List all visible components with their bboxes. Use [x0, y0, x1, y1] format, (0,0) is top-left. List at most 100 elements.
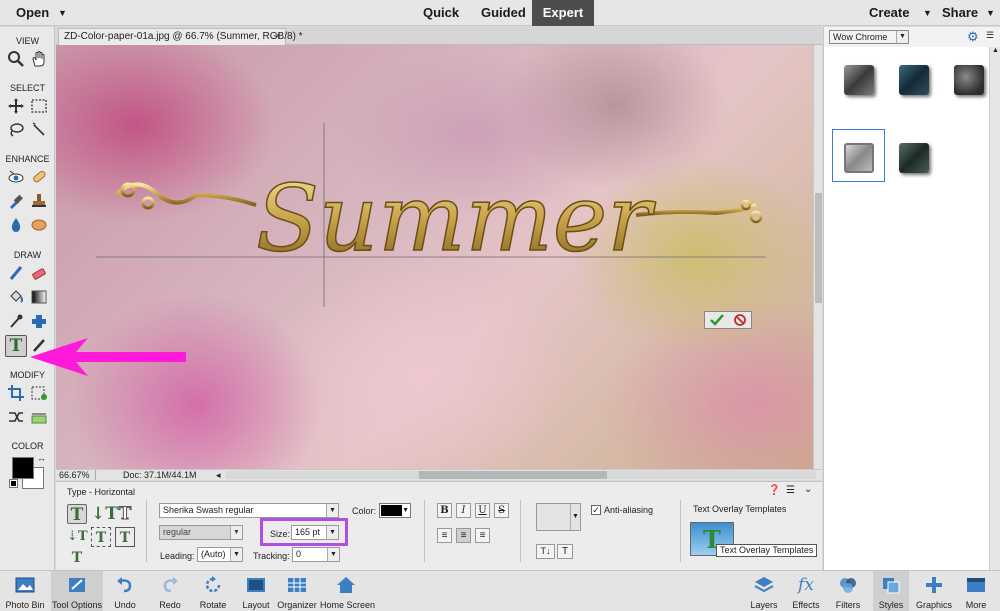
share-button[interactable]: Share [942, 0, 978, 26]
styles-panel-scrollbar[interactable]: ▲ [989, 47, 1000, 570]
home-screen-button[interactable]: Home Screen [320, 571, 375, 611]
smart-brush-tool-icon[interactable] [6, 191, 26, 211]
style-swatch-chrome-silver[interactable] [844, 143, 874, 173]
paragraph-type-icon[interactable]: T [91, 527, 111, 547]
horizontal-scroll-thumb[interactable] [419, 471, 607, 479]
italic-button[interactable]: I [456, 503, 471, 518]
text-color-picker[interactable]: ▼ [379, 503, 411, 518]
style-swatch-chrome-grey[interactable] [844, 65, 874, 95]
change-text-orientation-icon[interactable]: T↓ [536, 544, 555, 559]
sponge-tool-icon[interactable] [29, 215, 49, 235]
canvas-horizontal-scrollbar[interactable] [226, 471, 816, 479]
straighten-tool-icon[interactable] [29, 407, 49, 427]
status-menu-caret-icon[interactable]: ◂ [216, 470, 221, 480]
graphics-button[interactable]: Graphics [914, 571, 954, 611]
underline-button[interactable]: U [475, 503, 490, 518]
zoom-tool-icon[interactable] [6, 49, 26, 69]
collapse-options-chevron-icon[interactable]: ⌄ [804, 484, 812, 495]
filters-button[interactable]: Filters [830, 571, 866, 611]
document-tab-title: ZD-Color-paper-01a.jpg @ 66.7% (Summer, … [64, 31, 303, 42]
style-swatch-chrome-mottled[interactable] [954, 65, 984, 95]
type-tool-icon[interactable]: T [5, 335, 27, 357]
vertical-type-mask-icon[interactable]: ⇣T [67, 527, 88, 547]
move-tool-icon[interactable] [6, 96, 26, 116]
mode-tab-expert[interactable]: Expert [532, 0, 594, 26]
panel-options-menu-icon[interactable]: ☰ [786, 485, 795, 496]
vertical-scroll-thumb[interactable] [815, 193, 822, 303]
photo-bin-button[interactable]: Photo Bin [4, 571, 46, 611]
canvas-vertical-scrollbar[interactable] [813, 45, 822, 469]
layout-button[interactable]: Layout [238, 571, 274, 611]
style-category-dropdown[interactable]: Wow Chrome ▼ [829, 30, 909, 44]
close-document-icon[interactable]: × [275, 29, 281, 45]
panel-menu-icon[interactable]: ☰ [986, 30, 994, 41]
font-style-dropdown[interactable]: regular ▼ [159, 525, 243, 540]
style-swatch-chrome-teal[interactable] [899, 65, 929, 95]
organizer-label: Organizer [277, 600, 317, 610]
crop-tool-icon[interactable] [6, 383, 26, 403]
strikethrough-button[interactable]: S [494, 503, 509, 518]
share-dropdown-caret-icon[interactable]: ▼ [986, 0, 995, 26]
align-right-icon[interactable]: ≡ [475, 528, 490, 543]
effects-button[interactable]: fx Effects [788, 571, 824, 611]
spot-healing-tool-icon[interactable] [29, 167, 49, 187]
marquee-tool-icon[interactable] [29, 96, 49, 116]
tracking-dropdown[interactable]: 0 ▼ [292, 547, 340, 562]
open-button[interactable]: Open [16, 0, 49, 26]
gear-icon[interactable]: ⚙ [967, 29, 979, 45]
eraser-tool-icon[interactable] [29, 263, 49, 283]
recompose-tool-icon[interactable] [29, 383, 49, 403]
mode-tab-quick[interactable]: Quick [423, 0, 459, 26]
warp-text-style-preview[interactable]: ▼ [536, 503, 581, 531]
help-icon[interactable]: ❓ [768, 485, 780, 496]
eyedropper-tool-icon[interactable] [6, 311, 26, 331]
more-button[interactable]: More [958, 571, 994, 611]
create-dropdown-caret-icon[interactable]: ▼ [923, 0, 932, 26]
red-eye-tool-icon[interactable] [6, 167, 26, 187]
undo-button[interactable]: Undo [107, 571, 143, 611]
content-aware-move-tool-icon[interactable] [6, 407, 26, 427]
document-tab[interactable]: ZD-Color-paper-01a.jpg @ 66.7% (Summer, … [58, 28, 303, 45]
type-on-path-icon[interactable]: T [67, 548, 87, 568]
anti-aliasing-checkbox[interactable]: ✓ [591, 505, 601, 515]
image-canvas[interactable]: Summer [56, 45, 813, 469]
brush-tool-icon[interactable] [6, 263, 26, 283]
warp-text-icon[interactable]: T [557, 544, 573, 559]
custom-shape-tool-icon[interactable] [29, 311, 49, 331]
hand-tool-icon[interactable] [29, 49, 49, 69]
quick-selection-tool-icon[interactable] [29, 120, 49, 140]
align-center-icon[interactable]: ≡ [456, 528, 471, 543]
foreground-color-swatch[interactable] [12, 457, 34, 479]
type-on-shape-icon[interactable]: T [115, 527, 135, 547]
bold-button[interactable]: B [437, 503, 452, 518]
paint-bucket-tool-icon[interactable] [6, 287, 26, 307]
styles-button[interactable]: Styles [873, 571, 909, 611]
style-swatch-chrome-dark-green[interactable] [899, 143, 929, 173]
default-colors-icon[interactable] [9, 479, 18, 488]
lasso-tool-icon[interactable] [6, 120, 26, 140]
swap-colors-icon[interactable]: ↔ [37, 453, 46, 463]
blur-tool-icon[interactable] [6, 215, 26, 235]
organizer-button[interactable]: Organizer [277, 571, 317, 611]
gradient-tool-icon[interactable] [29, 287, 49, 307]
summer-text-layer: Summer [256, 165, 656, 272]
layers-button[interactable]: Layers [746, 571, 782, 611]
zoom-readout[interactable]: 66.67% [56, 470, 96, 480]
align-left-icon[interactable]: ≡ [437, 528, 452, 543]
create-button[interactable]: Create [869, 0, 909, 26]
vertical-type-icon[interactable]: ↓T [91, 504, 118, 524]
clone-stamp-tool-icon[interactable] [29, 191, 49, 211]
cancel-icon[interactable] [728, 312, 751, 328]
mode-tab-guided[interactable]: Guided [481, 0, 526, 26]
redo-button[interactable]: Redo [152, 571, 188, 611]
rotate-button[interactable]: Rotate [194, 571, 232, 611]
leading-dropdown[interactable]: (Auto) ▼ [197, 547, 243, 562]
pencil-tool-icon[interactable] [29, 335, 49, 355]
commit-check-icon[interactable] [705, 312, 728, 328]
tool-options-button[interactable]: Tool Options [51, 571, 103, 611]
open-dropdown-caret-icon[interactable]: ▼ [58, 0, 67, 26]
horizontal-type-mask-icon[interactable]: T [115, 504, 135, 525]
font-family-dropdown[interactable]: Sherika Swash regular ▼ [159, 503, 339, 518]
scroll-up-arrow-icon[interactable]: ▲ [990, 47, 1000, 54]
horizontal-type-icon[interactable]: T [67, 504, 87, 525]
